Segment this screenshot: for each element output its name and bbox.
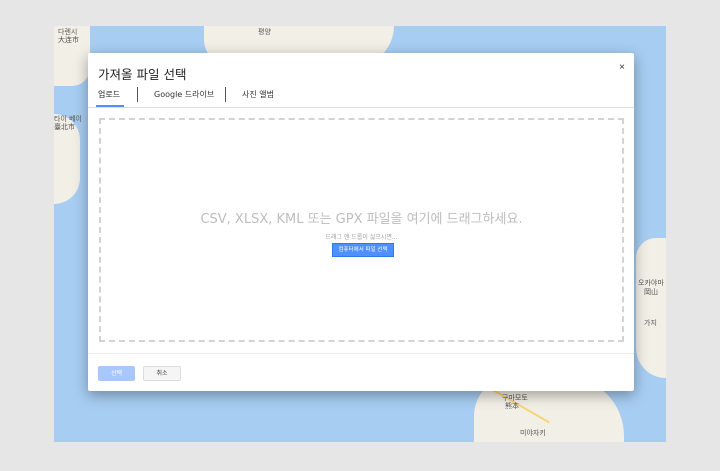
active-tab-indicator xyxy=(96,105,124,107)
tab-upload[interactable]: 업로드 xyxy=(98,89,120,100)
tab-photo-album[interactable]: 사진 앨범 xyxy=(242,89,274,100)
dialog-title: 가져올 파일 선택 xyxy=(98,67,187,82)
tab-separator xyxy=(225,87,226,102)
map-label: 다렌시 xyxy=(58,28,78,36)
select-button[interactable]: 선택 xyxy=(98,366,135,381)
map-label: 大连市 xyxy=(58,36,79,44)
map-label: 臺北市 xyxy=(54,123,75,131)
choose-file-button[interactable]: 컴퓨터에서 파일 선택 xyxy=(332,243,394,257)
tab-separator xyxy=(137,87,138,102)
tab-bar: 업로드 Google 드라이브 사진 앨범 xyxy=(88,83,634,108)
map-label: 구마모토 xyxy=(502,394,528,402)
footer-divider xyxy=(88,353,634,354)
map-label: 미야자키 xyxy=(520,429,546,437)
import-dialog: 가져올 파일 선택 × 업로드 Google 드라이브 사진 앨범 CSV, X… xyxy=(88,53,634,391)
map-label: 평양 xyxy=(258,28,271,36)
tab-google-drive[interactable]: Google 드라이브 xyxy=(154,89,214,100)
cancel-button[interactable]: 취소 xyxy=(143,366,181,381)
map-land xyxy=(636,238,666,378)
map-label: 岡山 xyxy=(644,288,658,296)
dropzone-heading: CSV, XLSX, KML 또는 GPX 파일을 여기에 드래그하세요. xyxy=(200,212,523,227)
map-label: 타이 베이 xyxy=(54,115,82,123)
file-dropzone[interactable]: CSV, XLSX, KML 또는 GPX 파일을 여기에 드래그하세요. 드래… xyxy=(99,118,624,342)
map-label: 오카야마 xyxy=(638,279,664,287)
map-label: 熊本 xyxy=(505,402,519,410)
dropzone-subtext: 드래그 앤 드롭이 싫으시면... xyxy=(325,234,398,241)
map-label: 가지 xyxy=(644,319,657,327)
close-icon[interactable]: × xyxy=(616,62,628,74)
